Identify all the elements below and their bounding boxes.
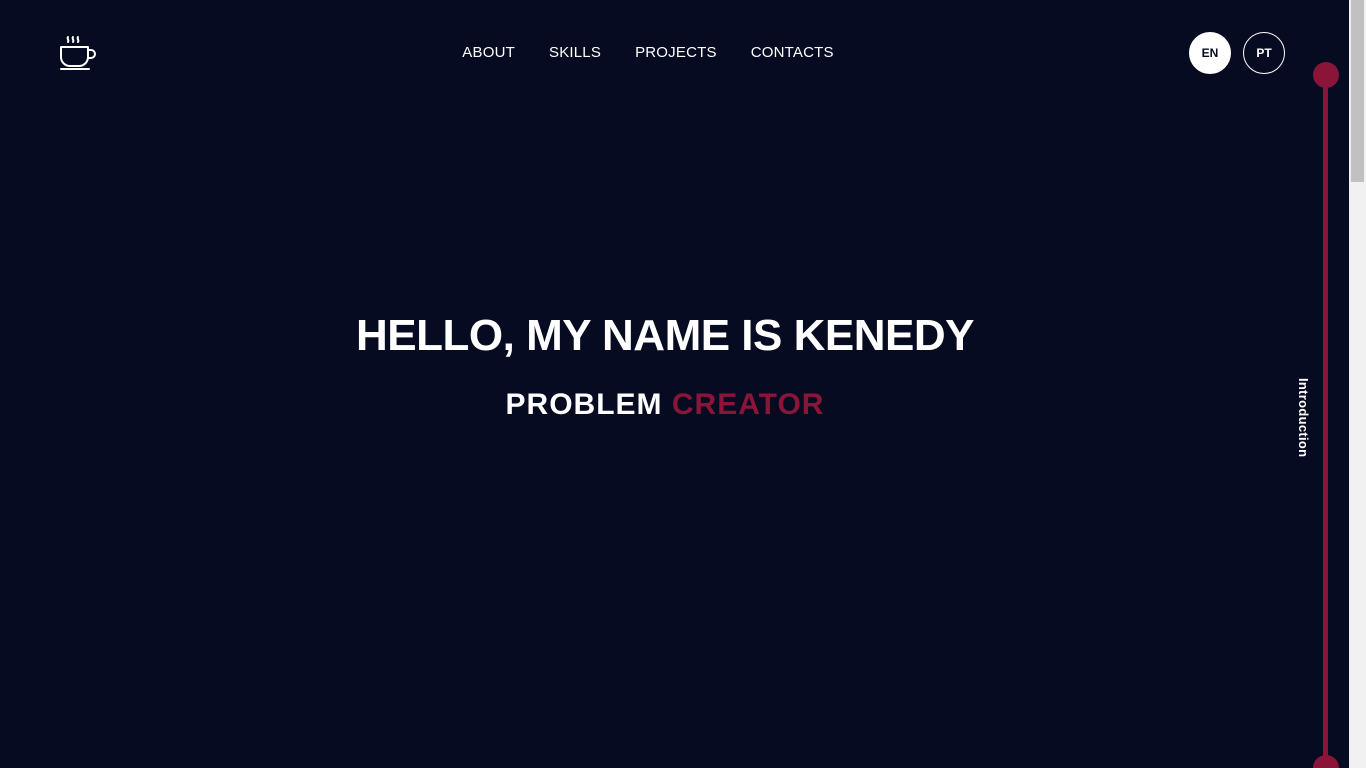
timeline-line <box>1323 74 1328 768</box>
main-nav: ABOUT SKILLS PROJECTS CONTACTS <box>0 44 1346 62</box>
timeline-dot-top[interactable] <box>1313 62 1339 88</box>
nav-projects-link[interactable]: PROJECTS <box>635 44 717 62</box>
hero-title: HELLO, MY NAME IS KENEDY <box>356 311 974 360</box>
hero-subtitle-word2: CREATOR <box>671 388 825 421</box>
nav-contacts-link[interactable]: CONTACTS <box>751 44 834 62</box>
timeline-dot-bottom[interactable] <box>1313 755 1339 768</box>
scrollbar[interactable] <box>1349 0 1366 768</box>
nav-about-link[interactable]: ABOUT <box>462 44 515 62</box>
section-label: Introduction <box>1296 378 1311 458</box>
language-switcher: EN PT <box>1189 32 1285 74</box>
lang-pt-button[interactable]: PT <box>1243 32 1285 74</box>
lang-en-button[interactable]: EN <box>1189 32 1231 74</box>
hero-subtitle-word1: PROBLEM <box>505 388 663 421</box>
page: ABOUT SKILLS PROJECTS CONTACTS EN PT HEL… <box>0 0 1366 768</box>
hero-subtitle: PROBLEM CREATOR <box>0 388 1346 422</box>
nav-links: ABOUT SKILLS PROJECTS CONTACTS <box>462 44 833 62</box>
scrollbar-thumb[interactable] <box>1351 0 1364 182</box>
hero-section: HELLO, MY NAME IS KENEDY PROBLEM CREATOR <box>0 310 1346 422</box>
nav-skills-link[interactable]: SKILLS <box>549 44 601 62</box>
